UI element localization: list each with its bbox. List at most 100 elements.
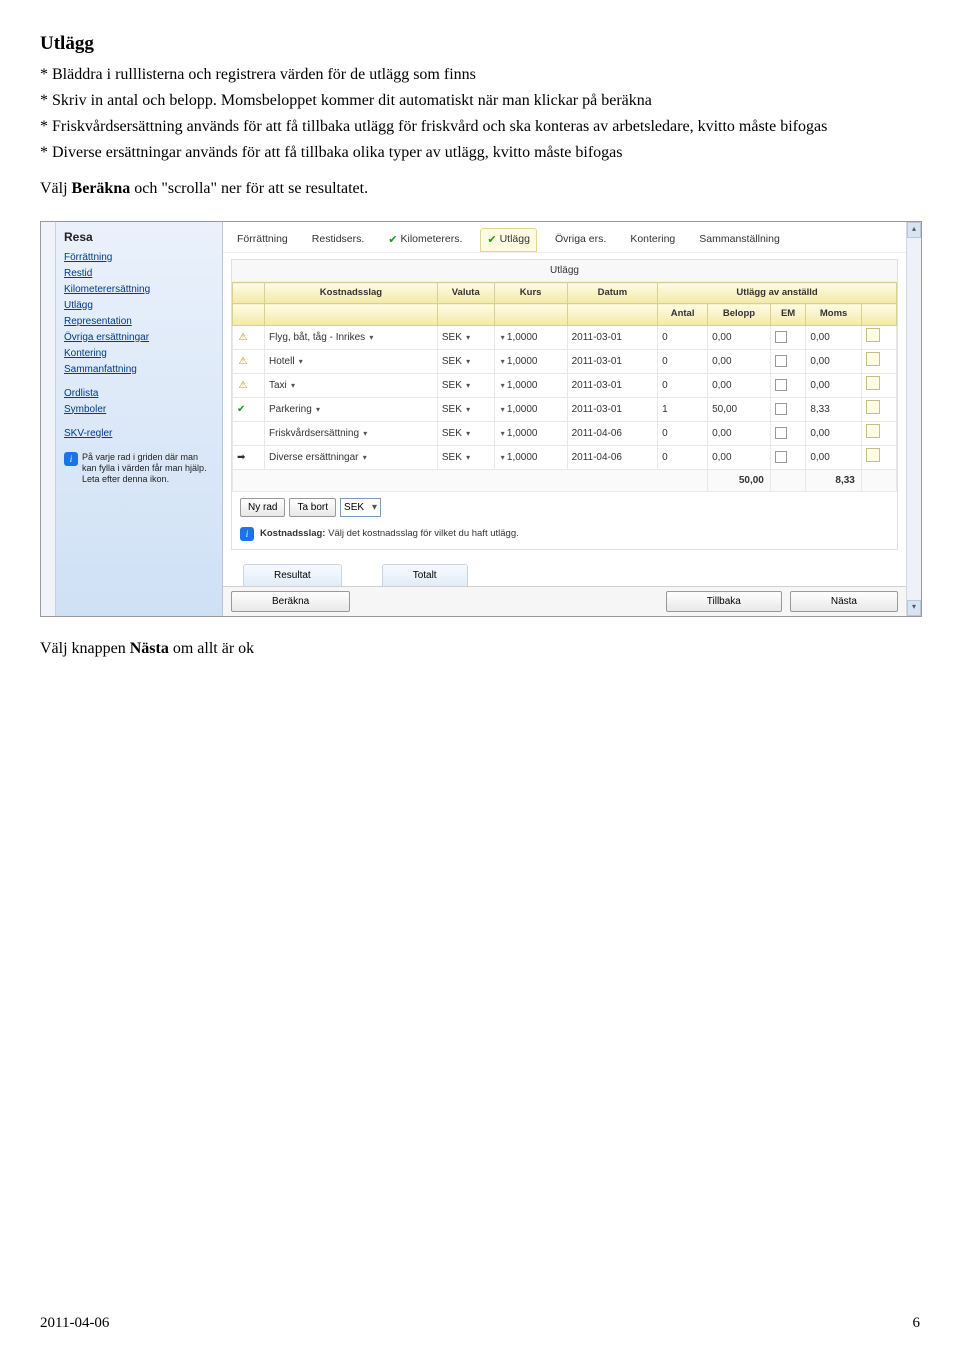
- tab-ovriga[interactable]: Övriga ers.: [549, 229, 612, 251]
- cell-em[interactable]: [770, 373, 805, 397]
- cell-moms[interactable]: 0,00: [806, 349, 862, 373]
- berakna-button[interactable]: Beräkna: [231, 591, 350, 612]
- cell-kostnadsslag[interactable]: Taxi ▾: [265, 373, 438, 397]
- cell-valuta[interactable]: SEK ▾: [437, 421, 494, 445]
- cell-kostnadsslag[interactable]: Parkering ▾: [265, 397, 438, 421]
- cell-kurs[interactable]: ▾ 1,0000: [494, 397, 567, 421]
- cell-antal[interactable]: 0: [658, 349, 708, 373]
- sidebar-link-ordlista[interactable]: Ordlista: [64, 386, 214, 402]
- cell-kurs[interactable]: ▾ 1,0000: [494, 445, 567, 469]
- note-icon[interactable]: [866, 448, 880, 462]
- sidebar-link-kontering[interactable]: Kontering: [64, 346, 214, 362]
- sidebar-link-symboler[interactable]: Symboler: [64, 402, 214, 418]
- cell-datum[interactable]: 2011-03-01: [567, 325, 658, 349]
- nasta-button[interactable]: Nästa: [790, 591, 898, 612]
- cell-datum[interactable]: 2011-03-01: [567, 349, 658, 373]
- checkbox[interactable]: [775, 379, 787, 391]
- checkbox[interactable]: [775, 355, 787, 367]
- cell-kurs[interactable]: ▾ 1,0000: [494, 373, 567, 397]
- checkbox[interactable]: [775, 403, 787, 415]
- vertical-scrollbar[interactable]: ▴ ▾: [906, 222, 921, 616]
- sidebar-link-ovriga[interactable]: Övriga ersättningar: [64, 330, 214, 346]
- cell-kostnadsslag[interactable]: Hotell ▾: [265, 349, 438, 373]
- sidebar-link-representation[interactable]: Representation: [64, 314, 214, 330]
- ta-bort-button[interactable]: Ta bort: [289, 498, 336, 517]
- note-icon[interactable]: [866, 400, 880, 414]
- table-row[interactable]: ⚠Taxi ▾SEK ▾▾ 1,00002011-03-0100,000,00: [233, 373, 897, 397]
- cell-kostnadsslag[interactable]: Flyg, båt, tåg - Inrikes ▾: [265, 325, 438, 349]
- cell-belopp[interactable]: 0,00: [708, 349, 771, 373]
- cell-note[interactable]: [861, 325, 896, 349]
- cell-belopp[interactable]: 0,00: [708, 373, 771, 397]
- sidebar-link-utlagg[interactable]: Utlägg: [64, 298, 214, 314]
- cell-note[interactable]: [861, 349, 896, 373]
- table-row[interactable]: ✔Parkering ▾SEK ▾▾ 1,00002011-03-01150,0…: [233, 397, 897, 421]
- lower-tab-resultat[interactable]: Resultat: [243, 564, 342, 586]
- cell-kurs[interactable]: ▾ 1,0000: [494, 325, 567, 349]
- table-row[interactable]: ➡Diverse ersättningar ▾SEK ▾▾ 1,00002011…: [233, 445, 897, 469]
- cell-datum[interactable]: 2011-04-06: [567, 421, 658, 445]
- cell-moms[interactable]: 0,00: [806, 325, 862, 349]
- note-icon[interactable]: [866, 328, 880, 342]
- tillbaka-button[interactable]: Tillbaka: [666, 591, 782, 612]
- cell-valuta[interactable]: SEK ▾: [437, 349, 494, 373]
- cell-valuta[interactable]: SEK ▾: [437, 373, 494, 397]
- tab-kontering[interactable]: Kontering: [624, 229, 681, 251]
- table-row[interactable]: Friskvårdsersättning ▾SEK ▾▾ 1,00002011-…: [233, 421, 897, 445]
- currency-select[interactable]: SEK▾: [340, 498, 381, 517]
- cell-em[interactable]: [770, 349, 805, 373]
- tab-restid[interactable]: Restidsers.: [306, 229, 371, 251]
- cell-moms[interactable]: 0,00: [806, 445, 862, 469]
- cell-kostnadsslag[interactable]: Friskvårdsersättning ▾: [265, 421, 438, 445]
- tab-sammanstallning[interactable]: Sammanställning: [693, 229, 786, 251]
- cell-belopp[interactable]: 0,00: [708, 445, 771, 469]
- sidebar-link-restid[interactable]: Restid: [64, 266, 214, 282]
- note-icon[interactable]: [866, 352, 880, 366]
- scroll-down-icon[interactable]: ▾: [907, 600, 921, 616]
- tab-kilometer[interactable]: ✔Kilometerers.: [382, 229, 468, 252]
- cell-belopp[interactable]: 0,00: [708, 325, 771, 349]
- cell-note[interactable]: [861, 397, 896, 421]
- cell-note[interactable]: [861, 373, 896, 397]
- cell-valuta[interactable]: SEK ▾: [437, 445, 494, 469]
- cell-em[interactable]: [770, 445, 805, 469]
- note-icon[interactable]: [866, 376, 880, 390]
- cell-antal[interactable]: 1: [658, 397, 708, 421]
- sidebar-link-skv[interactable]: SKV-regler: [64, 426, 214, 442]
- cell-moms[interactable]: 0,00: [806, 421, 862, 445]
- checkbox[interactable]: [775, 451, 787, 463]
- cell-datum[interactable]: 2011-04-06: [567, 445, 658, 469]
- cell-note[interactable]: [861, 445, 896, 469]
- cell-belopp[interactable]: 50,00: [708, 397, 771, 421]
- cell-em[interactable]: [770, 421, 805, 445]
- table-row[interactable]: ⚠Flyg, båt, tåg - Inrikes ▾SEK ▾▾ 1,0000…: [233, 325, 897, 349]
- cell-antal[interactable]: 0: [658, 445, 708, 469]
- cell-kostnadsslag[interactable]: Diverse ersättningar ▾: [265, 445, 438, 469]
- cell-antal[interactable]: 0: [658, 373, 708, 397]
- sidebar-link-kilometer[interactable]: Kilometerersättning: [64, 282, 214, 298]
- checkbox[interactable]: [775, 427, 787, 439]
- ny-rad-button[interactable]: Ny rad: [240, 498, 285, 517]
- cell-moms[interactable]: 8,33: [806, 397, 862, 421]
- cell-kurs[interactable]: ▾ 1,0000: [494, 421, 567, 445]
- cell-moms[interactable]: 0,00: [806, 373, 862, 397]
- tab-forrattning[interactable]: Förrättning: [231, 229, 294, 251]
- note-icon[interactable]: [866, 424, 880, 438]
- cell-kurs[interactable]: ▾ 1,0000: [494, 349, 567, 373]
- cell-note[interactable]: [861, 421, 896, 445]
- cell-valuta[interactable]: SEK ▾: [437, 325, 494, 349]
- checkbox[interactable]: [775, 331, 787, 343]
- cell-antal[interactable]: 0: [658, 421, 708, 445]
- table-row[interactable]: ⚠Hotell ▾SEK ▾▾ 1,00002011-03-0100,000,0…: [233, 349, 897, 373]
- cell-datum[interactable]: 2011-03-01: [567, 397, 658, 421]
- cell-belopp[interactable]: 0,00: [708, 421, 771, 445]
- cell-em[interactable]: [770, 397, 805, 421]
- cell-em[interactable]: [770, 325, 805, 349]
- cell-datum[interactable]: 2011-03-01: [567, 373, 658, 397]
- lower-tab-totalt[interactable]: Totalt: [382, 564, 468, 586]
- cell-valuta[interactable]: SEK ▾: [437, 397, 494, 421]
- sidebar-link-forrattning[interactable]: Förrättning: [64, 250, 214, 266]
- scroll-up-icon[interactable]: ▴: [907, 222, 921, 238]
- tab-utlagg[interactable]: ✔Utlägg: [480, 228, 537, 253]
- sidebar-link-sammanfattning[interactable]: Sammanfattning: [64, 362, 214, 378]
